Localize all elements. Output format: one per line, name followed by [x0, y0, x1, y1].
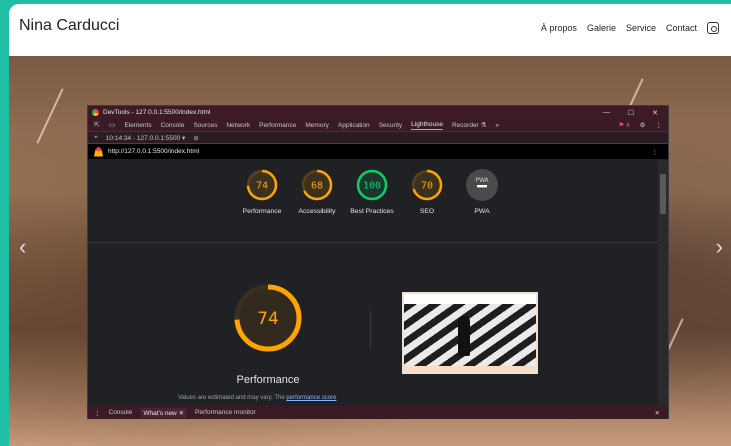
report-selector[interactable]: 10:14:34 - 127.0.0.1:5500 ▾: [106, 134, 186, 142]
drawer-close-icon[interactable]: ✕: [655, 409, 668, 417]
tab-application[interactable]: Application: [338, 122, 370, 129]
score-gauge-seo[interactable]: 70 SEO: [403, 168, 451, 216]
performance-large-label: Performance: [236, 374, 300, 386]
report-url-bar: http://127.0.0.1:5500/index.html ⋮: [88, 144, 668, 159]
tab-network[interactable]: Network: [226, 122, 250, 129]
performance-large-score: 74: [257, 309, 279, 329]
close-icon[interactable]: ✕: [652, 109, 658, 117]
score-label: Performance: [242, 208, 282, 215]
tab-recorder[interactable]: Recorder ⚗: [452, 121, 486, 129]
thumbnail-figure: [458, 316, 470, 356]
nav-item-service[interactable]: Service: [626, 23, 656, 33]
browser-viewport: Nina Carducci À propos Galerie Service C…: [9, 4, 731, 446]
site-nav: À propos Galerie Service Contact: [541, 22, 719, 34]
score-gauges: 74 Performance 68 Accessibility 100 Best…: [238, 168, 506, 216]
score-value: PWA: [475, 177, 489, 184]
nav-item-apropos[interactable]: À propos: [541, 23, 577, 33]
tab-elements[interactable]: Elements: [125, 122, 152, 129]
device-toolbar-icon[interactable]: ▭: [109, 121, 116, 129]
devtools-window: DevTools - 127.0.0.1:5500/index.html — ☐…: [87, 105, 669, 419]
drawer-tab-close-icon[interactable]: ✕: [179, 410, 184, 417]
lighthouse-toolbar: + 10:14:34 - 127.0.0.1:5500 ▾ ⊘: [88, 132, 668, 144]
devtools-titlebar: DevTools - 127.0.0.1:5500/index.html — ☐…: [88, 106, 668, 119]
drawer-menu-icon[interactable]: ⋮: [94, 409, 101, 417]
section-divider: [88, 242, 658, 243]
report-scrollbar[interactable]: [658, 160, 668, 406]
performance-note: Values are estimated and may vary. The p…: [178, 395, 337, 401]
score-label: PWA: [474, 208, 490, 215]
carousel-prev-icon[interactable]: ‹: [19, 234, 26, 260]
clear-icon[interactable]: ⊘: [193, 134, 198, 142]
score-label: Accessibility: [298, 208, 336, 215]
vertical-separator: [370, 310, 371, 350]
lighthouse-logo-icon: [94, 146, 103, 157]
score-gauge-accessibility[interactable]: 68 Accessibility: [293, 168, 341, 216]
thumbnail-image: [404, 304, 536, 366]
score-label: SEO: [419, 208, 435, 215]
thumbnail-footer: [404, 366, 536, 372]
site-header: Nina Carducci À propos Galerie Service C…: [9, 4, 731, 56]
more-options-icon[interactable]: ⋮: [656, 121, 663, 129]
nav-item-contact[interactable]: Contact: [666, 23, 697, 33]
score-ring: 74: [246, 169, 278, 201]
add-report-icon[interactable]: +: [94, 134, 98, 141]
scrollbar-thumb[interactable]: [660, 174, 666, 214]
tab-security[interactable]: Security: [379, 122, 402, 129]
drawer-tab-console[interactable]: Console: [109, 409, 133, 416]
score-label: Best Practices: [350, 208, 394, 215]
score-ring: 68: [301, 169, 333, 201]
score-gauge-best-practices[interactable]: 100 Best Practices: [348, 168, 396, 216]
score-ring: 100: [356, 169, 388, 201]
pwa-icon: PWA: [466, 169, 498, 201]
score-value: 70: [421, 181, 433, 192]
site-title[interactable]: Nina Carducci: [19, 17, 119, 35]
score-ring: 70: [411, 169, 443, 201]
score-value: 68: [311, 181, 323, 192]
drawer-tab-whats-new[interactable]: What's new ✕: [140, 407, 188, 418]
devtools-drawer: ⋮ Console What's new ✕ Performance monit…: [88, 406, 668, 419]
score-gauge-pwa[interactable]: PWA PWA: [458, 168, 506, 216]
performance-large-gauge[interactable]: 74: [228, 278, 308, 358]
performance-score-link[interactable]: performance score: [286, 395, 336, 401]
issues-badge[interactable]: ⚑ 4: [618, 121, 629, 129]
instagram-icon[interactable]: [707, 22, 719, 34]
maximize-icon[interactable]: ☐: [628, 109, 634, 117]
tab-performance[interactable]: Performance: [259, 122, 296, 129]
carousel-next-icon[interactable]: ›: [716, 234, 723, 260]
inspect-icon[interactable]: ⇱: [94, 121, 100, 129]
minimize-icon[interactable]: —: [603, 109, 610, 117]
thumbnail-header: [404, 294, 536, 302]
nav-item-galerie[interactable]: Galerie: [587, 23, 616, 33]
chrome-logo-icon: [92, 109, 99, 116]
drawer-tab-performance-monitor[interactable]: Performance monitor: [195, 409, 256, 416]
page-screenshot-thumbnail[interactable]: [402, 292, 538, 374]
lighthouse-report: 74 Performance 68 Accessibility 100 Best…: [88, 160, 658, 406]
score-value: 100: [363, 181, 381, 192]
more-tabs-button[interactable]: »: [495, 122, 499, 129]
settings-gear-icon[interactable]: ⚙: [640, 121, 646, 129]
tab-lighthouse[interactable]: Lighthouse: [411, 121, 443, 130]
devtools-window-title: DevTools - 127.0.0.1:5500/index.html: [103, 109, 211, 116]
tab-sources[interactable]: Sources: [193, 122, 217, 129]
report-url[interactable]: http://127.0.0.1:5500/index.html: [108, 148, 199, 155]
devtools-tabbar: ⇱ ▭ Elements Console Sources Network Per…: [88, 119, 668, 132]
score-gauge-performance[interactable]: 74 Performance: [238, 168, 286, 216]
report-menu-icon[interactable]: ⋮: [652, 148, 669, 156]
tab-console[interactable]: Console: [161, 122, 185, 129]
issues-count: 4: [626, 122, 630, 129]
tab-memory[interactable]: Memory: [305, 122, 328, 129]
score-value: 74: [256, 181, 268, 192]
